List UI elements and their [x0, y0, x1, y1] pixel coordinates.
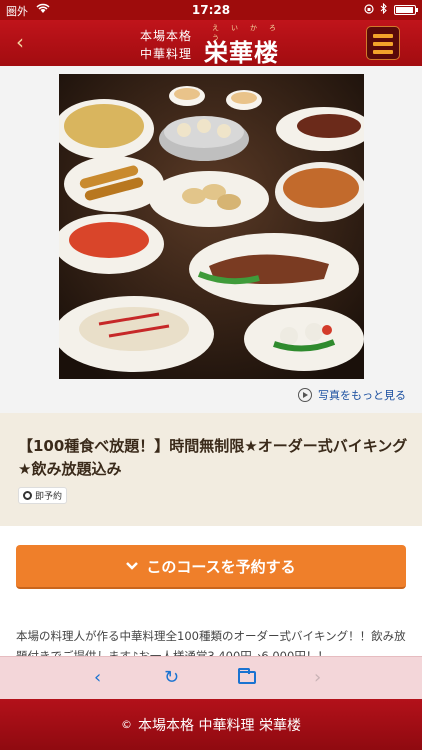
- battery-icon: [394, 5, 418, 15]
- logo-tagline-1: 本場本格: [140, 29, 193, 43]
- reserve-button-label: このコースを予約する: [146, 557, 296, 576]
- circle-icon: [23, 491, 32, 500]
- status-bar: 圏外 17:28: [0, 0, 422, 20]
- app-header: ‹ 本場本格 中華料理 えいかろう 栄華楼: [0, 20, 422, 67]
- play-circle-icon: [298, 388, 312, 402]
- clock: 17:28: [191, 3, 231, 17]
- reload-icon[interactable]: ↻: [164, 667, 179, 688]
- logo-tagline-2: 中華料理: [140, 47, 193, 61]
- course-photo[interactable]: [59, 74, 364, 379]
- footer: © 本場本格 中華料理 栄華楼: [0, 699, 422, 750]
- toolbar-back-button[interactable]: ‹: [94, 667, 101, 688]
- copyright-icon: ©: [121, 718, 133, 731]
- back-button[interactable]: ‹: [16, 30, 24, 54]
- bluetooth-icon: [380, 2, 388, 17]
- course-description: 本場の料理人が作る中華料理全100種類のオーダー式バイキング！！飲み放題付きでご…: [16, 629, 406, 656]
- course-title: 【100種食べ放題！】時間無制限★オーダー式バイキング★飲み放題込み: [18, 437, 408, 478]
- lock-rotation-icon: [364, 3, 374, 17]
- instant-booking-badge: 即予約: [18, 487, 68, 504]
- chevron-down-icon: [126, 559, 139, 574]
- toolbar-forward-button[interactable]: ›: [314, 667, 321, 688]
- restaurant-logo[interactable]: 本場本格 中華料理 えいかろう 栄華楼: [140, 24, 290, 67]
- more-photos-label: 写真をもっと見る: [318, 389, 406, 402]
- photo-section: 写真をもっと見る: [0, 66, 422, 413]
- hamburger-menu-icon[interactable]: [366, 26, 400, 60]
- browser-toolbar: ‹ ↻ ›: [0, 656, 422, 699]
- main-content[interactable]: 写真をもっと見る 【100種食べ放題！】時間無制限★オーダー式バイキング★飲み放…: [0, 66, 422, 656]
- footer-text: 本場本格 中華料理 栄華楼: [138, 717, 301, 734]
- folder-icon[interactable]: [238, 668, 256, 684]
- logo-name: 栄華楼: [204, 38, 279, 67]
- badge-label: 即予約: [35, 492, 63, 502]
- reserve-course-button[interactable]: このコースを予約する: [16, 545, 406, 589]
- course-info: 【100種食べ放題！】時間無制限★オーダー式バイキング★飲み放題込み 即予約: [0, 413, 422, 526]
- more-photos-link[interactable]: 写真をもっと見る: [298, 387, 406, 403]
